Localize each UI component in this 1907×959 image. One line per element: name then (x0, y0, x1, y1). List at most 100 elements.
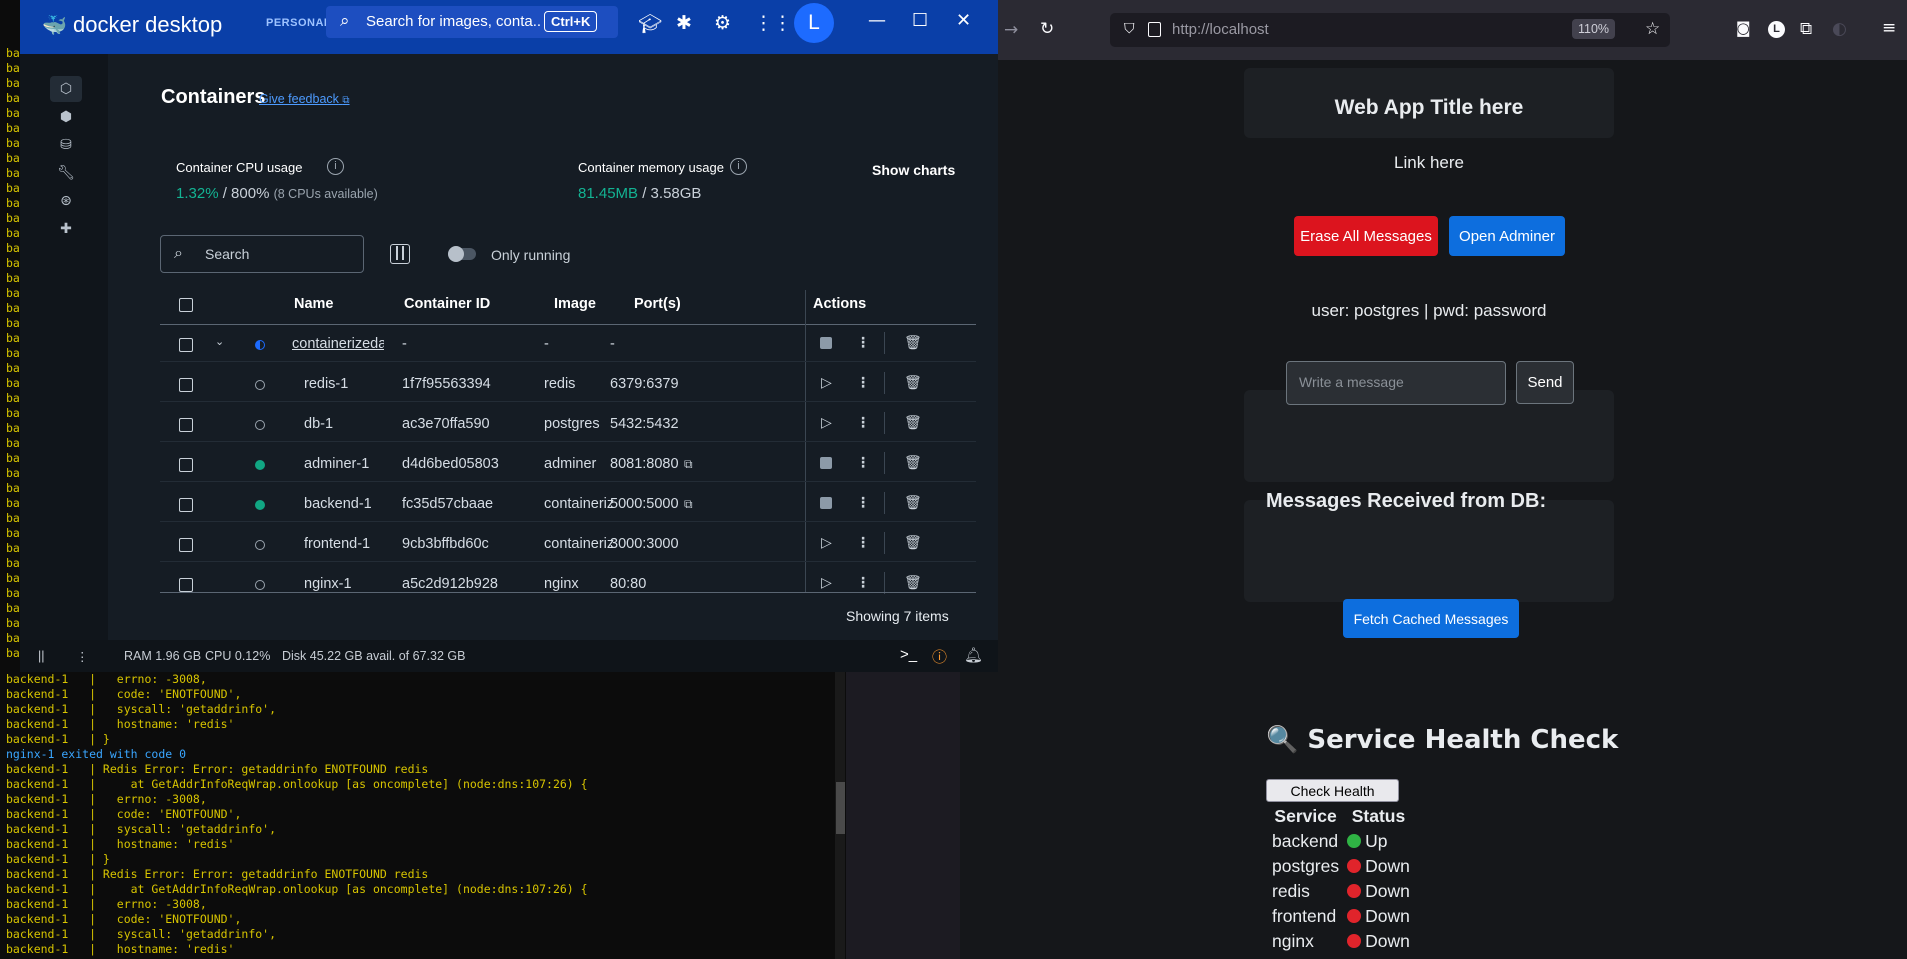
start-icon[interactable]: ▷ (821, 575, 832, 591)
col-ports[interactable]: Port(s) (634, 296, 681, 312)
memory-info-icon[interactable]: i (730, 158, 747, 175)
stop-icon[interactable] (820, 457, 832, 469)
engine-pause-icon[interactable]: || (38, 649, 45, 663)
extension-icon[interactable]: ◐ (1832, 19, 1847, 39)
url-bar[interactable]: ⛉ http://localhost 110% ☆ (1110, 13, 1670, 47)
cell-ports: 5432:5432 (610, 416, 679, 432)
volumes-nav-icon[interactable]: ⛁ (50, 132, 82, 158)
select-all-checkbox[interactable] (179, 298, 193, 312)
more-options-icon[interactable]: ⋮ (856, 335, 870, 351)
terminal-line: nginx-1 exited with code 0 (6, 747, 187, 761)
open-external-icon[interactable]: ⧉ (684, 497, 693, 512)
more-options-icon[interactable]: ⋮ (856, 375, 870, 391)
bookmark-star-icon[interactable]: ☆ (1645, 19, 1660, 39)
check-health-button[interactable]: Check Health (1266, 779, 1399, 802)
cell-ports: 8081:8080 (610, 456, 679, 472)
delete-trash-icon[interactable]: 🗑︎ (904, 375, 922, 391)
message-input[interactable]: Write a message (1286, 361, 1506, 405)
container-search-input[interactable]: ⌕ Search (160, 235, 364, 273)
cell-id: 9cb3bffbd60c (402, 536, 489, 552)
terminal-scrollbar-thumb[interactable] (836, 782, 845, 834)
url-text[interactable]: http://localhost (1172, 21, 1269, 38)
terminal-line: backend-1 | errno: -3008, (6, 792, 207, 806)
status-indicator (255, 380, 265, 390)
images-nav-icon[interactable]: ⬢ (50, 104, 82, 130)
cell-name[interactable]: frontend-1 (304, 536, 404, 552)
reload-icon[interactable]: ↻ (1040, 19, 1054, 39)
col-name[interactable]: Name (294, 296, 334, 312)
give-feedback-link[interactable]: Give feedback ⧉ (259, 92, 350, 106)
columns-toggle-icon[interactable] (390, 244, 410, 264)
delete-trash-icon[interactable]: 🗑︎ (904, 575, 922, 591)
row-checkbox[interactable] (179, 458, 193, 472)
show-charts-button[interactable]: Show charts (872, 162, 955, 178)
open-external-icon[interactable]: ⧉ (684, 457, 693, 472)
delete-trash-icon[interactable]: 🗑︎ (904, 495, 922, 511)
zoom-level[interactable]: 110% (1572, 19, 1616, 39)
cell-name[interactable]: redis-1 (304, 376, 404, 392)
learning-center-icon[interactable]: 🎓︎ (638, 12, 662, 35)
start-icon[interactable]: ▷ (821, 535, 832, 551)
settings-gear-icon[interactable]: ⚙ (714, 12, 731, 34)
delete-trash-icon[interactable]: 🗑︎ (904, 415, 922, 431)
extensions-icon[interactable]: ⧉ (1800, 19, 1812, 39)
warning-icon[interactable]: ⓘ (932, 646, 947, 667)
cell-ports: 5000:5000 (610, 496, 679, 512)
col-container-id[interactable]: Container ID (404, 296, 490, 312)
engine-menu-icon[interactable]: ⋮ (76, 649, 89, 664)
global-search[interactable]: ⌕ Search for images, conta... Ctrl+K (326, 6, 618, 38)
page-icon[interactable] (1148, 22, 1161, 37)
containers-nav-icon[interactable]: ⬡ (50, 76, 82, 102)
stop-icon[interactable] (820, 337, 832, 349)
cell-name[interactable]: adminer-1 (304, 456, 404, 472)
shield-icon[interactable]: ⛉ (1124, 21, 1135, 37)
send-button[interactable]: Send (1516, 361, 1574, 404)
more-options-icon[interactable]: ⋮ (856, 415, 870, 431)
close-icon[interactable]: ✕ (956, 10, 971, 31)
row-checkbox[interactable] (179, 338, 193, 352)
col-image[interactable]: Image (554, 296, 596, 312)
more-options-icon[interactable]: ⋮ (856, 495, 870, 511)
stop-icon[interactable] (820, 497, 832, 509)
cpu-info-icon[interactable]: i (327, 158, 344, 175)
scout-nav-icon[interactable]: ⊛ (50, 188, 82, 214)
app-link[interactable]: Link here (1244, 153, 1614, 173)
terminal-icon[interactable]: >_ (900, 646, 917, 663)
terminal-line: backend-1 | Redis Error: Error: getaddri… (6, 867, 429, 881)
minimize-icon[interactable]: — (868, 10, 886, 31)
delete-trash-icon[interactable]: 🗑︎ (904, 455, 922, 471)
row-checkbox[interactable] (179, 418, 193, 432)
row-checkbox[interactable] (179, 538, 193, 552)
builds-nav-icon[interactable]: 🔧︎ (50, 160, 82, 186)
erase-messages-button[interactable]: Erase All Messages (1294, 216, 1438, 256)
row-divider (160, 441, 976, 442)
user-avatar[interactable]: L (794, 3, 834, 43)
status-circle-icon (1347, 834, 1362, 848)
health-col-service: Service (1274, 806, 1337, 826)
more-options-icon[interactable]: ⋮ (856, 455, 870, 471)
open-adminer-button[interactable]: Open Adminer (1449, 216, 1565, 256)
menu-icon[interactable]: ≡ (1882, 18, 1896, 38)
start-icon[interactable]: ▷ (821, 415, 832, 431)
row-checkbox[interactable] (179, 378, 193, 392)
expand-chevron-icon[interactable]: ⌄ (215, 335, 224, 348)
pocket-icon[interactable]: ◙ (1736, 19, 1751, 37)
troubleshoot-bug-icon[interactable]: ✱ (676, 12, 692, 34)
cell-name[interactable]: containerizedap (292, 336, 384, 352)
delete-trash-icon[interactable]: 🗑︎ (904, 535, 922, 551)
row-checkbox[interactable] (179, 578, 193, 592)
extensions-nav-icon[interactable]: ✚ (50, 216, 82, 242)
cell-name[interactable]: nginx-1 (304, 576, 404, 592)
more-options-icon[interactable]: ⋮ (856, 575, 870, 591)
start-icon[interactable]: ▷ (821, 375, 832, 391)
cell-name[interactable]: backend-1 (304, 496, 404, 512)
maximize-icon[interactable]: ☐ (912, 10, 928, 31)
delete-trash-icon[interactable]: 🗑︎ (904, 335, 922, 351)
more-options-icon[interactable]: ⋮ (856, 535, 870, 551)
forward-icon[interactable]: → (1004, 20, 1018, 40)
notifications-bell-icon[interactable]: 🔔︎ (964, 646, 983, 664)
cell-name[interactable]: db-1 (304, 416, 404, 432)
row-checkbox[interactable] (179, 498, 193, 512)
fetch-cached-button[interactable]: Fetch Cached Messages (1343, 599, 1519, 638)
profile-avatar[interactable]: L (1768, 21, 1785, 38)
